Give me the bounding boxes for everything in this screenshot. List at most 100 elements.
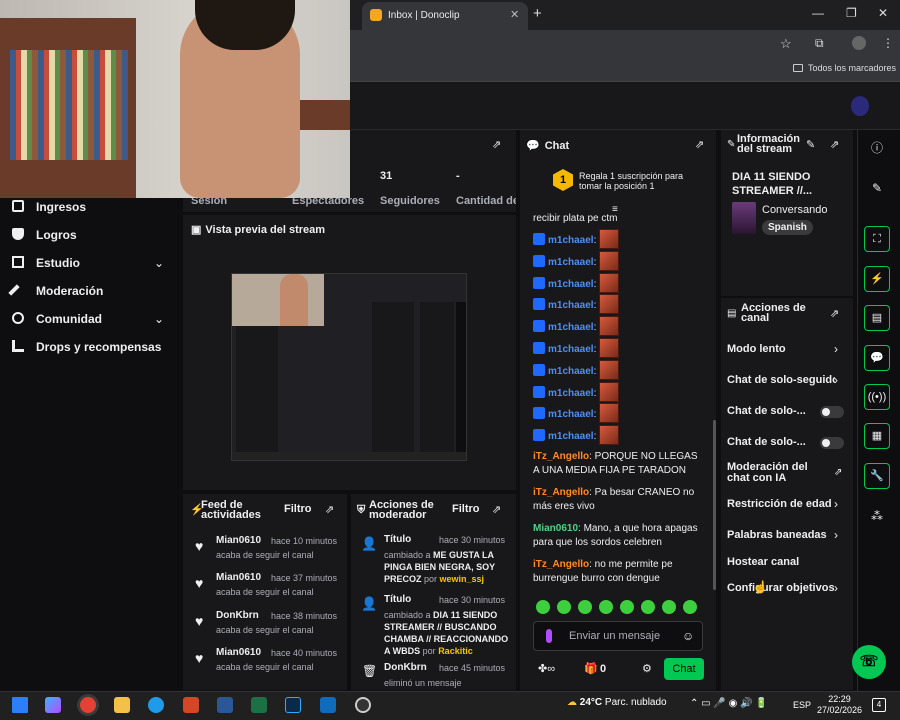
microphone-icon[interactable] [546,629,552,643]
chevron-down-icon[interactable]: ⌄ [154,256,164,270]
stream-category[interactable]: Conversando [762,204,827,216]
action-slow-mode[interactable]: Modo lento [727,343,847,355]
prime-badge-icon[interactable] [533,429,545,442]
action-banned-words[interactable]: Palabras baneadas [727,529,847,541]
sidebar-item-drops[interactable]: Drops y recompensas [12,340,161,354]
feed-user[interactable]: Mian0610 [216,572,261,583]
marker-action-icon[interactable]: ▤ [864,305,890,331]
chat-emote[interactable] [599,359,620,380]
extensions-icon[interactable]: ⧉ [815,36,824,51]
sidebar-item-estudio[interactable]: Estudio [12,256,80,270]
chat-emote[interactable] [599,338,620,358]
chat-input[interactable]: Enviar un mensaje ☺ [533,621,703,651]
chat-username[interactable]: m1chaael [548,235,594,246]
add-action-icon[interactable]: ⁂ [864,503,890,529]
chat-username[interactable]: m1chaael [548,366,594,377]
chevron-down-icon[interactable]: ⌄ [154,312,164,326]
chat-send-button[interactable]: Chat [664,658,704,680]
close-tab-icon[interactable]: ✕ [510,8,519,21]
store-icon[interactable] [320,697,336,713]
help-chat-button[interactable]: ☏ [852,645,886,679]
edge-icon[interactable] [148,697,164,713]
chrome-icon[interactable] [80,697,96,713]
weather-widget[interactable]: ☁ 24°C Parc. nublado [567,697,667,708]
chevron-right-icon[interactable]: › [834,528,838,542]
prime-badge-icon[interactable] [533,276,545,289]
feed-user[interactable]: Mian0610 [216,535,261,546]
action-ai-moderation[interactable]: Moderación del chat con IA [727,462,829,484]
browser-menu-icon[interactable]: ⋮ [882,36,894,50]
action-followers-only[interactable]: Chat de solo-seguidores [727,374,835,386]
action-host-channel[interactable]: Hostear canal [727,556,847,568]
stream-preview-video[interactable] [231,273,467,461]
chat-username[interactable]: m1chaael [548,431,594,442]
prime-badge-icon[interactable] [533,233,545,245]
prime-badge-icon[interactable] [533,254,545,267]
bookmark-star-icon[interactable]: ☆ [780,36,792,52]
minimize-icon[interactable]: — [812,6,824,20]
sidebar-item-comunidad[interactable]: Comunidad [12,312,102,326]
prime-badge-icon[interactable] [533,407,545,420]
popout-icon[interactable]: ⇗ [492,138,501,151]
browser-tab[interactable]: Inbox | Donoclip ✕ [362,2,528,30]
popout-icon[interactable]: ⇗ [325,503,334,516]
prime-badge-icon[interactable] [533,363,545,376]
prime-badge-icon[interactable] [533,385,545,398]
windows-start-icon[interactable] [12,697,28,713]
sidebar-item-ingresos[interactable]: Ingresos [12,200,86,214]
language-tag[interactable]: Spanish [762,220,813,235]
user-avatar[interactable] [851,96,869,116]
chevron-right-icon[interactable]: › [834,342,838,356]
prime-badge-icon[interactable] [533,342,545,354]
photoshop-icon[interactable] [285,697,301,713]
chat-username[interactable]: m1chaael [548,279,594,290]
sidebar-item-logros[interactable]: Logros [12,228,77,242]
chevron-right-icon[interactable]: › [834,497,838,511]
notification-center-icon[interactable]: 4 [872,698,886,712]
popout-icon[interactable]: ⇗ [830,307,839,320]
chat-emote[interactable] [599,381,620,402]
chat-emote[interactable] [599,425,620,446]
chevron-right-icon[interactable]: › [834,373,838,387]
language-indicator[interactable]: ESP [793,700,811,710]
broadcast-action-icon[interactable]: ((•)) [864,384,890,410]
chat-settings-gear-icon[interactable]: ⚙ [642,662,652,675]
external-link-icon[interactable]: ⇗ [834,467,842,478]
chat-username[interactable]: m1chaael [548,322,594,333]
popout-icon[interactable]: ⇗ [695,138,704,151]
feed-filter-button[interactable]: Filtro [284,503,312,515]
clip-action-icon[interactable]: ⛶ [864,226,890,252]
file-explorer-icon[interactable] [114,697,130,713]
info-icon[interactable]: ⓘ [864,135,890,161]
chat-emote[interactable] [599,250,620,271]
chat-emote[interactable] [599,272,620,293]
excel-icon[interactable] [251,697,267,713]
category-box-art[interactable] [732,202,756,234]
all-bookmarks-link[interactable]: Todos los marcadores [793,63,896,73]
chat-username[interactable]: m1chaael [548,257,594,268]
feed-user[interactable]: Mian0610 [216,647,261,658]
profile-avatar-icon[interactable] [852,36,866,50]
gift-sub-leaderboard[interactable]: Regala 1 suscripción para tomar la posic… [579,171,694,191]
chat-scrollbar[interactable] [713,420,716,590]
channel-points-icon[interactable]: ✤∞ [538,662,555,675]
gift-icon[interactable]: 🎁 [584,662,598,675]
sidebar-item-moderacion[interactable]: Moderación [8,284,103,298]
chat-username[interactable]: m1chaael [548,409,594,420]
prime-badge-icon[interactable] [533,320,545,333]
edit-icon[interactable]: ✎ [864,175,890,201]
emote-picker-row[interactable] [536,600,704,616]
ad-action-icon[interactable]: ▦ [864,423,890,449]
mod-filter-button[interactable]: Filtro [452,503,480,515]
chat-username[interactable]: iTz_Angello [533,559,589,570]
copilot-icon[interactable] [45,697,61,713]
system-clock[interactable]: 22:29 27/02/2026 [817,694,862,716]
chevron-right-icon[interactable]: › [834,581,838,595]
emoji-icon[interactable]: ☺ [682,629,694,643]
chat-username[interactable]: m1chaael [548,388,594,399]
chat-emote[interactable] [599,229,620,249]
chat-action-icon[interactable]: 💬 [864,345,890,371]
chat-emote[interactable] [599,316,620,337]
chat-username[interactable]: m1chaael [548,300,594,311]
popout-icon[interactable]: ⇗ [492,503,501,516]
